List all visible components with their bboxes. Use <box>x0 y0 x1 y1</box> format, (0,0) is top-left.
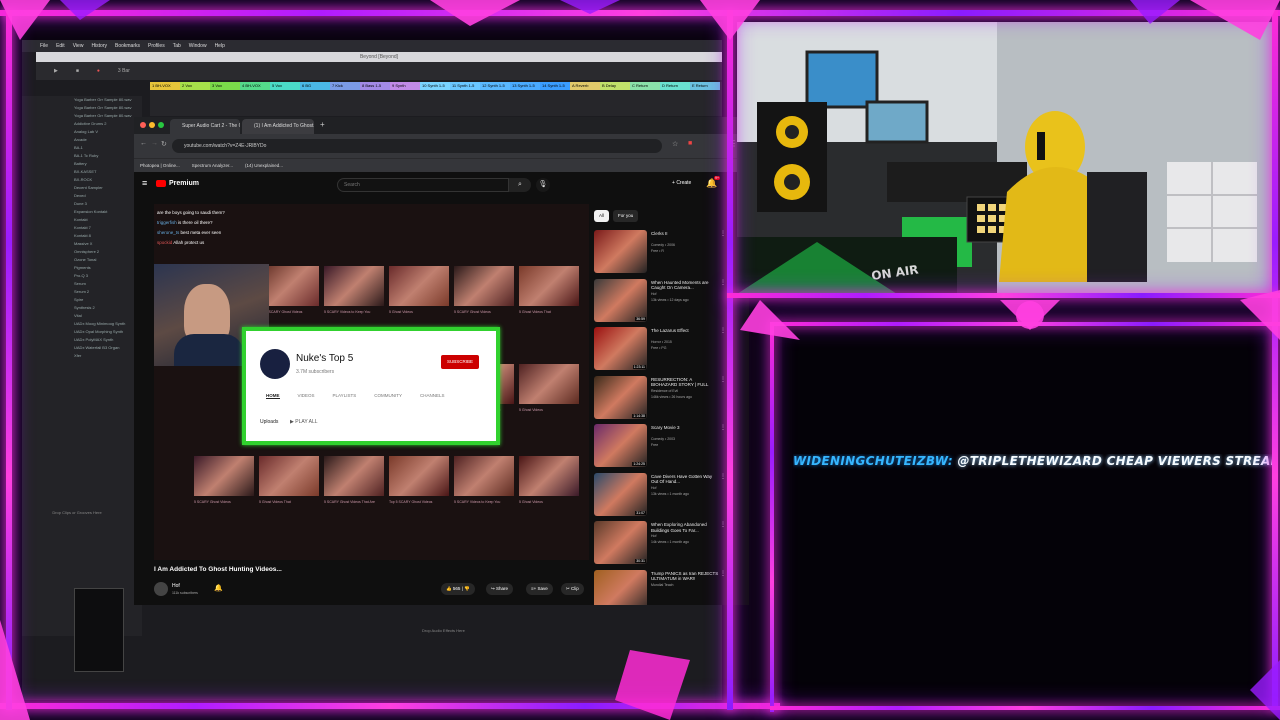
neon-crystals <box>0 0 1280 720</box>
stream-layout: File Edit View History Bookmarks Profile… <box>0 0 1280 720</box>
